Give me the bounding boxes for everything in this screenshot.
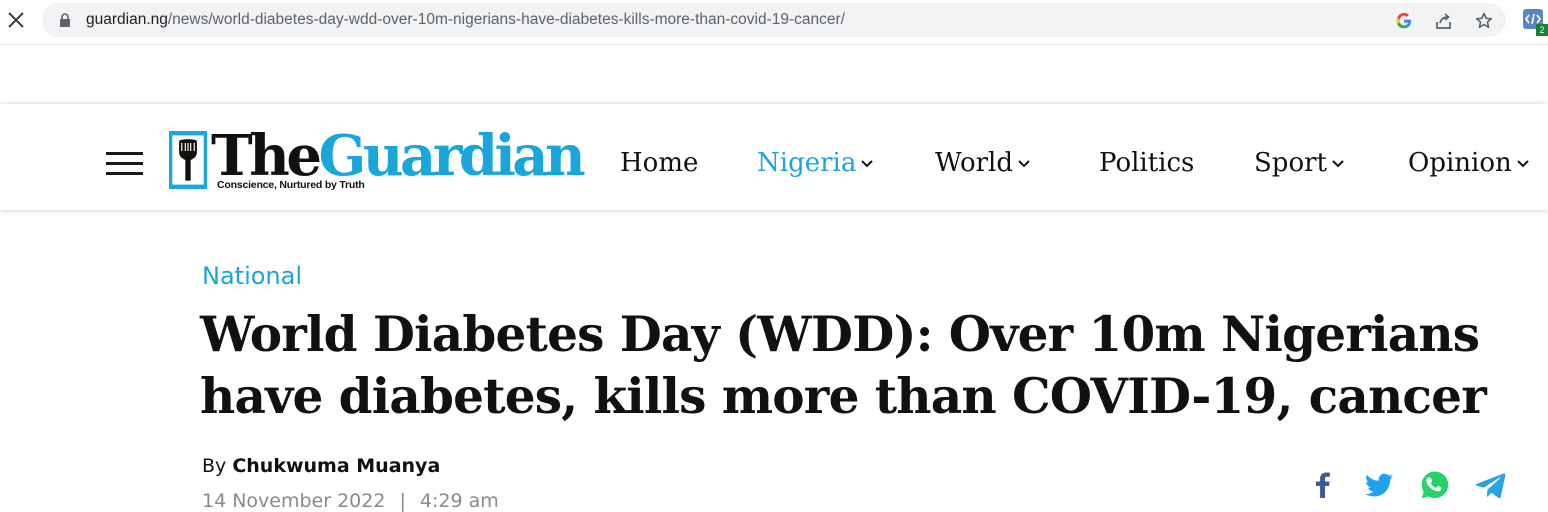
- chevron-down-icon: [1332, 160, 1344, 168]
- nav-sport-label: Sport: [1254, 148, 1327, 178]
- whatsapp-icon[interactable]: [1418, 468, 1452, 502]
- nav-nigeria-label: Nigeria: [757, 148, 857, 178]
- menu-icon[interactable]: [106, 152, 143, 178]
- url-host: guardian.ng: [86, 11, 168, 28]
- nav-world[interactable]: World: [935, 148, 1031, 178]
- article-category[interactable]: National: [202, 262, 302, 290]
- nav-home-label: Home: [620, 148, 699, 178]
- logo-tagline: Conscience, Nurtured by Truth: [217, 179, 365, 191]
- nav-politics-label: Politics: [1099, 148, 1195, 178]
- url-path: /news/world-diabetes-day-wdd-over-10m-ni…: [167, 11, 845, 28]
- extension-badge: 2: [1536, 24, 1548, 36]
- address-bar[interactable]: guardian.ng/news/world-diabetes-day-wdd-…: [42, 3, 1506, 37]
- twitter-icon[interactable]: [1362, 468, 1396, 502]
- date-separator: |: [399, 490, 406, 512]
- url-text[interactable]: guardian.ng/news/world-diabetes-day-wdd-…: [86, 11, 845, 29]
- nav-opinion[interactable]: Opinion: [1408, 148, 1530, 178]
- site-logo[interactable]: TheGuardian Conscience, Nurtured by Trut…: [169, 123, 586, 193]
- facebook-icon[interactable]: [1306, 468, 1340, 502]
- nav-opinion-label: Opinion: [1408, 148, 1512, 178]
- publish-time: 4:29 am: [419, 490, 499, 512]
- nav-sport[interactable]: Sport: [1254, 148, 1345, 178]
- dateline: 14 November 2022 | 4:29 am: [202, 490, 499, 512]
- bookmark-star-icon[interactable]: [1474, 11, 1494, 31]
- logo-emblem-icon: [169, 131, 207, 189]
- byline-prefix: By: [202, 455, 227, 477]
- nav-politics[interactable]: Politics: [1099, 148, 1194, 178]
- telegram-icon[interactable]: [1474, 468, 1508, 502]
- lock-icon[interactable]: [59, 13, 71, 27]
- close-icon[interactable]: [5, 9, 27, 31]
- byline: By Chukwuma Muanya: [202, 455, 440, 477]
- publish-date: 14 November 2022: [202, 490, 386, 512]
- nav-home[interactable]: Home: [620, 148, 698, 178]
- nav-world-label: World: [935, 148, 1013, 178]
- google-icon[interactable]: [1394, 11, 1414, 31]
- author-name[interactable]: Chukwuma Muanya: [232, 455, 440, 477]
- browser-toolbar: guardian.ng/news/world-diabetes-day-wdd-…: [0, 0, 1548, 44]
- toolbar-divider: [0, 44, 1548, 45]
- chevron-down-icon: [1517, 160, 1529, 168]
- article-headline: World Diabetes Day (WDD): Over 10m Niger…: [200, 306, 1487, 425]
- share-icon[interactable]: [1434, 11, 1454, 31]
- site-header: TheGuardian Conscience, Nurtured by Trut…: [0, 104, 1548, 210]
- nav-nigeria[interactable]: Nigeria: [757, 148, 874, 178]
- chevron-down-icon: [1018, 160, 1030, 168]
- chevron-down-icon: [861, 160, 874, 168]
